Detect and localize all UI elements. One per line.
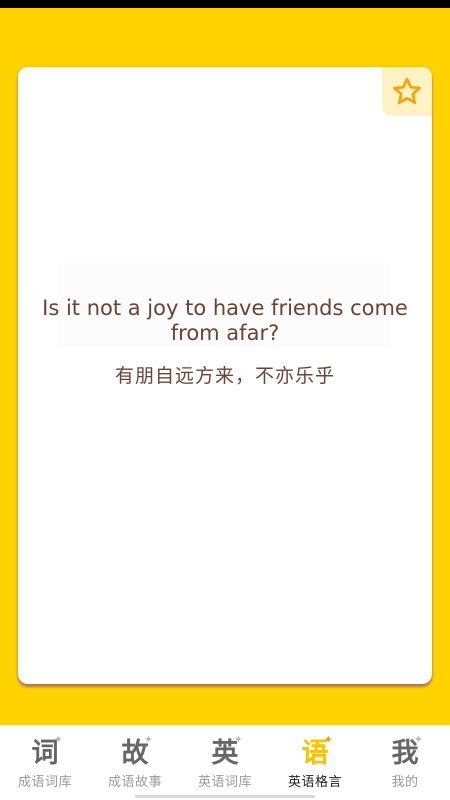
quote-english: Is it not a joy to have friends come fro… — [42, 296, 408, 345]
bottom-tab-bar: 词 ✦ 成语词库 故 ✦ 成语故事 英 ✦ 英语词库 语 ✦ 英语格言 我 ✦ 我的 — [0, 725, 450, 800]
tab-idiom-dictionary[interactable]: 词 ✦ 成语词库 — [0, 725, 90, 800]
status-bar — [0, 0, 450, 8]
tab-english-dictionary[interactable]: 英 ✦ 英语词库 — [180, 725, 270, 800]
mine-icon: 我 ✦ — [391, 733, 424, 769]
favorite-button[interactable] — [382, 67, 432, 116]
star-outline-icon — [393, 77, 421, 104]
tab-label: 英语格言 — [287, 775, 342, 790]
tab-label: 成语词库 — [17, 775, 72, 790]
quote-card[interactable]: Is it not a joy to have friends come fro… — [18, 67, 432, 684]
idiom-dictionary-icon: 词 ✦ — [31, 733, 64, 769]
english-dictionary-icon: 英 ✦ — [211, 733, 244, 769]
english-quotes-icon: 语 ✦ — [301, 733, 334, 769]
tab-idiom-stories[interactable]: 故 ✦ 成语故事 — [90, 725, 180, 800]
tab-label: 英语词库 — [197, 775, 252, 790]
tab-english-quotes[interactable]: 语 ✦ 英语格言 — [270, 725, 360, 800]
idiom-stories-icon: 故 ✦ — [121, 733, 154, 769]
tab-label: 我的 — [391, 775, 419, 790]
tab-mine[interactable]: 我 ✦ 我的 — [360, 725, 450, 800]
tab-label: 成语故事 — [107, 775, 162, 790]
quote-chinese: 有朋自远方来，不亦乐乎 — [114, 365, 335, 387]
home-indicator[interactable] — [135, 795, 315, 798]
